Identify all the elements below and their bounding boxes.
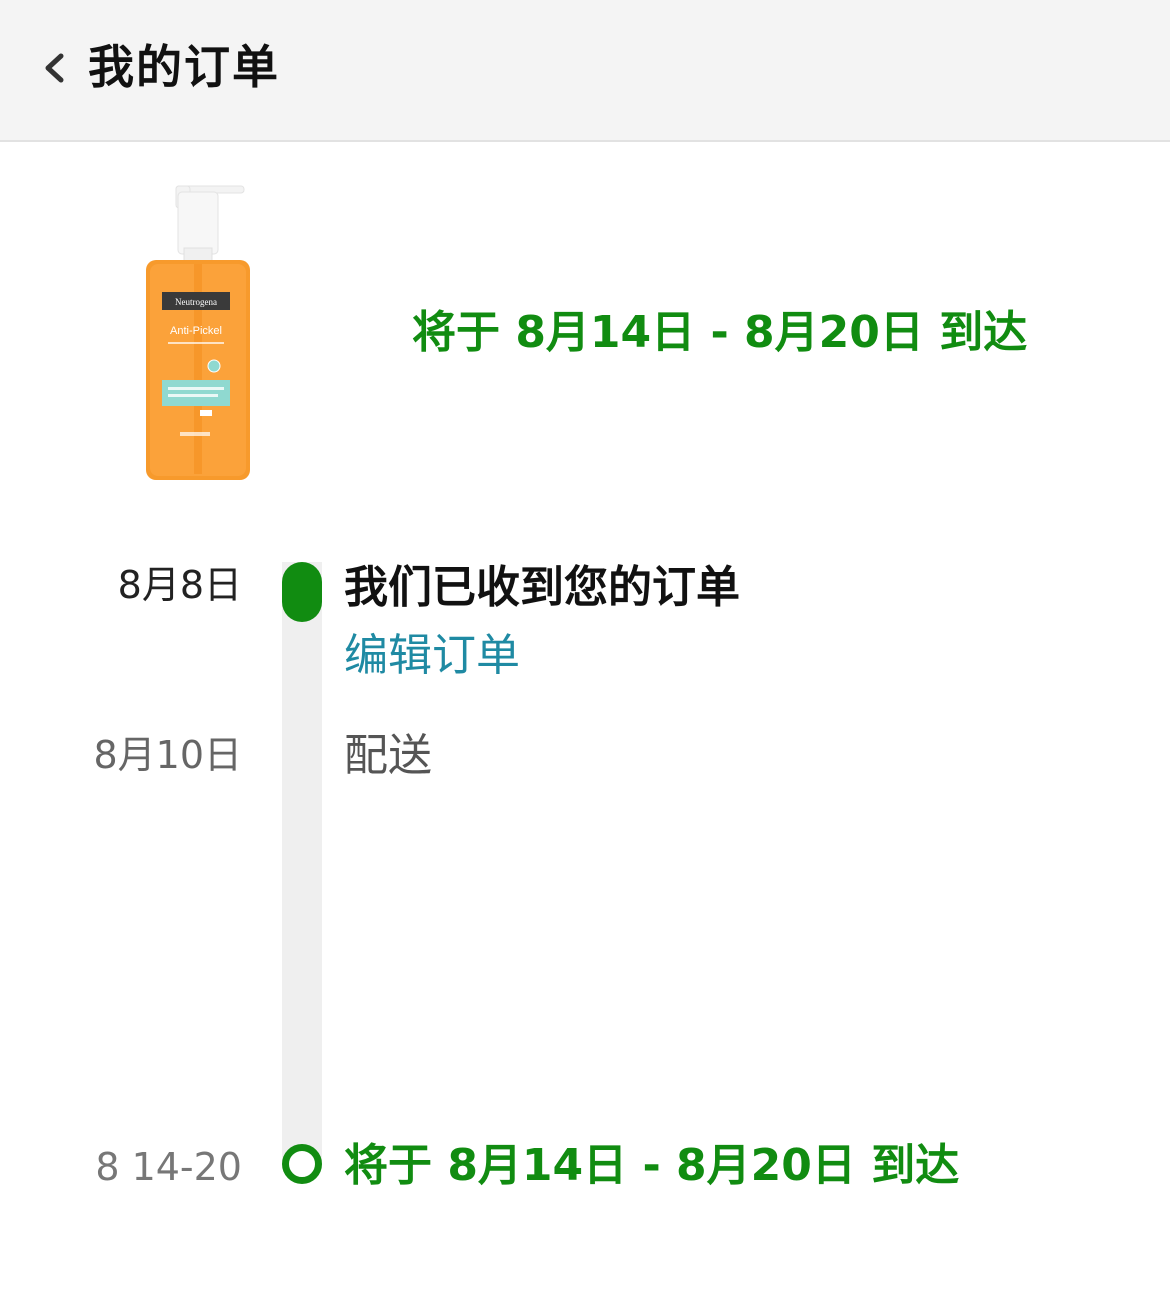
product-bottle-image[interactable]: Neutrogena Anti-Pickel [140, 182, 272, 484]
product-label-text: Anti-Pickel [170, 325, 222, 337]
timeline-track [282, 562, 322, 1162]
event-date-shipping: 8月10日 [93, 733, 242, 777]
edit-order-link[interactable]: 编辑订单 [344, 626, 520, 686]
timeline-dot-pending [282, 1144, 322, 1184]
event-date-arrival: 8 14-20 [95, 1145, 242, 1189]
order-tracking-page: 我的订单 Neutrogena Anti-Pickel 将于 8月14日 - 8… [0, 0, 1170, 1306]
event-title-shipping: 配送 [344, 730, 432, 781]
page-title: 我的订单 [88, 40, 280, 94]
back-button[interactable] [28, 40, 80, 96]
chevron-left-icon [45, 53, 64, 83]
event-date-received: 8月8日 [117, 563, 242, 607]
brand-label-text: Neutrogena [175, 297, 217, 307]
delivery-eta-banner: 将于 8月14日 - 8月20日 到达 [412, 307, 1028, 358]
timeline-dot-completed [282, 562, 322, 622]
top-bar: 我的订单 [0, 0, 1170, 142]
event-title-arrival: 将于 8月14日 - 8月20日 到达 [344, 1140, 960, 1191]
event-title-received: 我们已收到您的订单 [344, 562, 740, 613]
